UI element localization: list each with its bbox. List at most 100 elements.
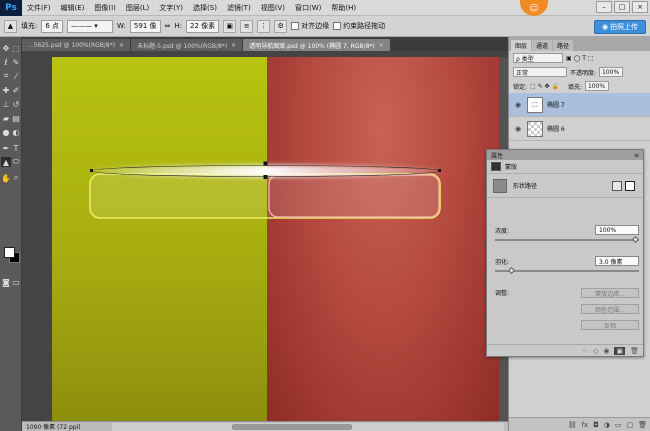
apply-mask-icon[interactable]: ◇ <box>593 347 598 355</box>
mask-tab-label[interactable]: 蒙版 <box>505 162 517 171</box>
marquee-tool-icon[interactable]: ⬚ <box>11 43 21 53</box>
load-selection-icon[interactable]: ⁘ <box>582 347 588 355</box>
ellipse-tool-icon[interactable]: ⬭ <box>11 157 21 167</box>
align-edges-checkbox[interactable]: 对齐边缘 <box>291 21 329 31</box>
path-alignment-icon[interactable]: ≡ <box>240 19 254 33</box>
lasso-tool-icon[interactable]: ℓ <box>1 57 11 67</box>
quick-select-tool-icon[interactable]: ✎ <box>11 57 21 67</box>
density-field[interactable]: 100% <box>595 225 639 235</box>
add-mask-icon[interactable]: ◘ <box>593 421 599 429</box>
blend-mode-dropdown[interactable]: 正常 <box>513 67 567 77</box>
menu-window[interactable]: 窗口(W) <box>290 3 326 13</box>
close-icon[interactable]: × <box>231 42 236 49</box>
stroke-size-field[interactable]: 6 点 <box>41 19 64 33</box>
menu-type[interactable]: 文字(Y) <box>154 3 188 13</box>
brush-tool-icon[interactable]: ✐ <box>11 85 21 95</box>
feather-field[interactable]: 3.0 像素 <box>595 256 639 266</box>
tab-layers[interactable]: 图层 <box>511 40 532 51</box>
eye-icon[interactable]: ◉ <box>513 125 523 133</box>
crop-tool-icon[interactable]: ⌗ <box>1 71 11 81</box>
eyedropper-tool-icon[interactable]: ⁄ <box>11 71 21 81</box>
constrain-path-checkbox[interactable]: 约束路径拖动 <box>333 21 385 31</box>
properties-header[interactable]: 属性 ≡ <box>487 150 643 160</box>
filter-icons[interactable]: ▣ ◯ T ⬚ <box>566 55 593 62</box>
kind-filter-dropdown[interactable]: ρ 类型 <box>513 53 563 63</box>
layer-row[interactable]: ◉ ⬚ 椭圆 7 <box>509 93 650 117</box>
anchor-point-left[interactable] <box>90 169 93 172</box>
close-icon[interactable]: × <box>632 1 648 13</box>
close-icon[interactable]: × <box>119 42 124 49</box>
type-tool-icon[interactable]: T <box>11 143 21 153</box>
menu-edit[interactable]: 编辑(E) <box>56 3 90 13</box>
opacity-field[interactable]: 100% <box>599 67 624 77</box>
menu-view[interactable]: 视图(V) <box>256 3 290 13</box>
document-canvas[interactable] <box>52 57 499 421</box>
quick-mask-icon[interactable]: ◙ <box>1 277 11 287</box>
scrollbar-thumb[interactable] <box>232 423 352 430</box>
folder-icon[interactable]: ▭ <box>615 421 622 429</box>
trash-icon[interactable]: 🗑 <box>638 421 647 429</box>
mask-tab-icon[interactable] <box>491 162 501 171</box>
tab-doc-3[interactable]: 透明导航图案.psd @ 100% (椭圆 7, RGB/8*) × <box>243 39 391 51</box>
tab-paths[interactable]: 路径 <box>553 40 574 51</box>
menu-file[interactable]: 文件(F) <box>22 3 56 13</box>
glass-navigation-bar[interactable] <box>89 173 441 219</box>
path-select-tool-icon[interactable]: ▲ <box>4 19 17 33</box>
horizontal-scrollbar[interactable] <box>112 422 504 431</box>
foreground-color-swatch[interactable] <box>4 247 15 258</box>
zoom-tool-icon[interactable]: ⌕ <box>11 173 21 183</box>
visibility-icon[interactable]: ◉ <box>603 347 609 355</box>
eraser-tool-icon[interactable]: ▰ <box>1 113 11 123</box>
mask-edge-button[interactable]: 蒙版边缘... <box>581 288 639 298</box>
dodge-tool-icon[interactable]: ◐ <box>11 127 21 137</box>
menu-filter[interactable]: 滤镜(T) <box>222 3 256 13</box>
color-range-button[interactable]: 颜色范围... <box>581 304 639 314</box>
trash-icon[interactable]: 🗑 <box>630 347 639 355</box>
menu-help[interactable]: 帮助(H) <box>326 3 361 13</box>
feather-slider-knob[interactable] <box>507 266 515 275</box>
history-brush-tool-icon[interactable]: ↺ <box>11 99 21 109</box>
pen-tool-icon[interactable]: ✒ <box>1 143 11 153</box>
gear-icon[interactable]: ⚙ <box>274 19 288 33</box>
stroke-style-dropdown[interactable]: ——— ▾ <box>67 19 114 33</box>
menu-layer[interactable]: 图层(L) <box>121 3 154 13</box>
adjustment-icon[interactable]: ◑ <box>604 421 610 429</box>
link-icon[interactable]: ⇔ <box>165 22 171 30</box>
fx-icon[interactable]: fx <box>582 421 589 429</box>
height-field[interactable]: 22 像素 <box>186 19 220 33</box>
path-selection-tool-icon[interactable]: ▲ <box>1 157 11 167</box>
pixel-mask-button[interactable] <box>612 180 622 191</box>
density-slider-knob[interactable] <box>631 235 640 244</box>
panel-menu-icon[interactable]: ≡ <box>634 152 639 159</box>
tab-doc-1[interactable]: ...5625.psd @ 100%(RGB/8*) × <box>22 39 132 51</box>
close-icon[interactable]: × <box>379 42 384 49</box>
tab-doc-2[interactable]: 未标题-5.psd @ 100%(RGB/8*) × <box>131 39 244 51</box>
enable-mask-icon[interactable]: ▣ <box>614 346 626 355</box>
stamp-tool-icon[interactable]: ⊥ <box>1 99 11 109</box>
anchor-point-bottom[interactable] <box>263 175 268 179</box>
minimize-icon[interactable]: – <box>596 1 612 13</box>
path-operations-icon[interactable]: ▣ <box>223 19 237 33</box>
layer-row[interactable]: ◉ 椭圆 6 <box>509 117 650 141</box>
width-field[interactable]: 591 像 <box>129 19 161 33</box>
menu-image[interactable]: 图像(I) <box>89 3 121 13</box>
anchor-point-top[interactable] <box>263 161 268 166</box>
density-slider[interactable] <box>495 235 640 244</box>
blur-tool-icon[interactable]: ● <box>1 127 11 137</box>
upload-button[interactable]: ◉ 拍照上传 <box>594 20 646 34</box>
fill-field[interactable]: 100% <box>584 81 609 91</box>
menu-select[interactable]: 选择(S) <box>188 3 222 13</box>
feather-slider[interactable] <box>495 266 639 275</box>
new-layer-icon[interactable]: ▢ <box>626 421 633 429</box>
maximize-icon[interactable]: □ <box>614 1 630 13</box>
path-arrangement-icon[interactable]: ⋮ <box>257 19 271 33</box>
eye-icon[interactable]: ◉ <box>513 101 523 109</box>
smiley-badge-icon[interactable]: ☺ <box>520 0 548 16</box>
screen-mode-icon[interactable]: ▭ <box>11 277 21 287</box>
hand-tool-icon[interactable]: ✋ <box>1 173 11 183</box>
tab-channels[interactable]: 通道 <box>532 40 553 51</box>
vector-mask-button[interactable] <box>625 180 635 191</box>
healing-tool-icon[interactable]: ✚ <box>1 85 11 95</box>
anchor-point-right[interactable] <box>438 169 441 172</box>
move-tool-icon[interactable]: ✥ <box>1 43 11 53</box>
